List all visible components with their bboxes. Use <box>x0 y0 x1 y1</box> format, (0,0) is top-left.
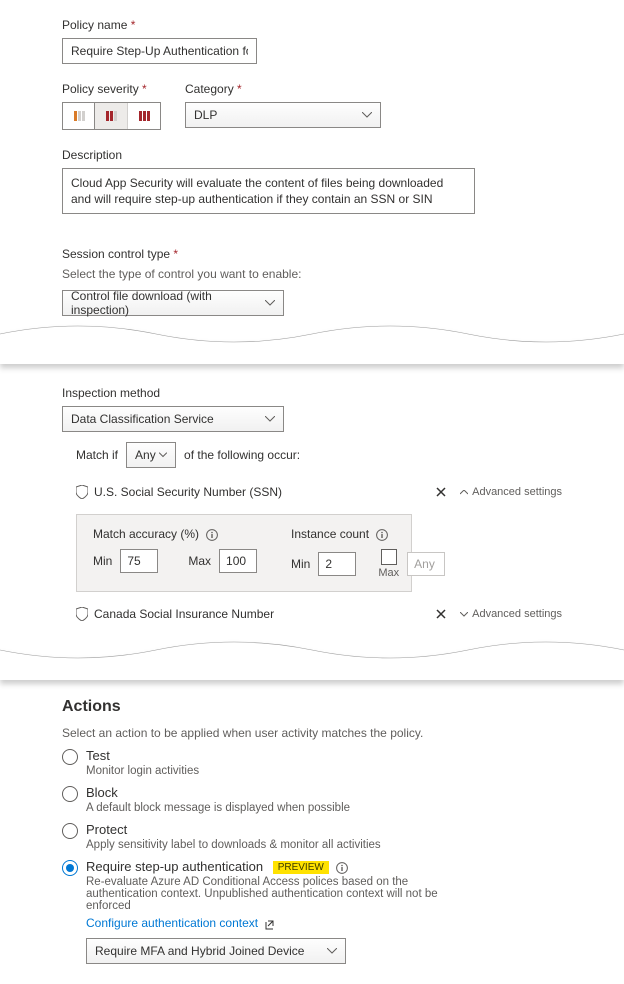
actions-helper: Select an action to be applied when user… <box>62 726 562 740</box>
action-desc: A default block message is displayed whe… <box>86 802 350 814</box>
classifier-settings: Match accuracy (%) Min Max Instance coun… <box>76 514 412 592</box>
chevron-down-icon <box>265 300 275 306</box>
action-desc: Apply sensitivity label to downloads & m… <box>86 839 381 851</box>
classifier-row: Canada Social Insurance Number Advanced … <box>76 602 562 626</box>
advanced-settings-toggle[interactable]: Advanced settings <box>460 608 562 620</box>
match-accuracy-label: Match accuracy (%) <box>93 527 257 541</box>
advanced-settings-toggle[interactable]: Advanced settings <box>460 486 562 498</box>
severity-low[interactable] <box>63 103 95 129</box>
action-radio-protect[interactable] <box>62 823 78 839</box>
severity-medium[interactable] <box>94 102 128 130</box>
chevron-down-icon <box>159 453 167 458</box>
instance-max-checkbox[interactable] <box>381 549 397 565</box>
action-radio-test[interactable] <box>62 749 78 765</box>
accuracy-min-input[interactable] <box>120 549 158 573</box>
chevron-down-icon <box>460 612 468 617</box>
shield-icon <box>76 607 88 621</box>
match-mode-select[interactable]: Any <box>126 442 176 468</box>
action-radio-stepup[interactable] <box>62 860 78 876</box>
inspection-method-label: Inspection method <box>62 386 562 400</box>
category-label: Category * <box>185 82 381 96</box>
max-label: Max <box>188 554 211 568</box>
remove-classifier-icon[interactable] <box>436 609 446 619</box>
info-icon[interactable] <box>206 529 218 541</box>
content-break <box>0 316 624 364</box>
policy-name-label: Policy name * <box>62 18 562 32</box>
remove-classifier-icon[interactable] <box>436 487 446 497</box>
chevron-down-icon <box>327 948 337 954</box>
description-label: Description <box>62 148 562 162</box>
classifier-name: Canada Social Insurance Number <box>94 607 274 621</box>
info-icon[interactable] <box>376 529 388 541</box>
content-break <box>0 632 624 680</box>
instance-max-input <box>407 552 445 576</box>
action-title: Block <box>86 785 350 800</box>
category-select[interactable]: DLP <box>185 102 381 128</box>
chevron-down-icon <box>265 416 275 422</box>
instance-count-label: Instance count <box>291 527 445 541</box>
session-control-label: Session control type * <box>62 247 562 261</box>
preview-badge: PREVIEW <box>273 861 329 874</box>
session-control-helper: Select the type of control you want to e… <box>62 267 562 281</box>
actions-heading: Actions <box>62 698 562 716</box>
min-label: Min <box>93 554 112 568</box>
severity-label: Policy severity * <box>62 82 161 96</box>
action-title: Protect <box>86 822 381 837</box>
configure-auth-context-link[interactable]: Configure authentication context <box>86 916 258 930</box>
action-desc: Monitor login activities <box>86 765 199 777</box>
session-control-select[interactable]: Control file download (with inspection) <box>62 290 284 316</box>
max-label: Max <box>378 567 399 579</box>
classifier-name: U.S. Social Security Number (SSN) <box>94 485 282 499</box>
action-title: Require step-up authentication PREVIEW <box>86 859 466 874</box>
match-if-row: Match if Any of the following occur: <box>76 442 562 468</box>
chevron-up-icon <box>460 490 468 495</box>
severity-selector[interactable] <box>62 102 161 130</box>
instance-min-input[interactable] <box>318 552 356 576</box>
severity-high[interactable] <box>127 103 160 129</box>
inspection-method-select[interactable]: Data Classification Service <box>62 406 284 432</box>
action-title: Test <box>86 748 199 763</box>
info-icon[interactable] <box>336 862 348 874</box>
classifier-row: U.S. Social Security Number (SSN) Advanc… <box>76 480 562 504</box>
auth-context-select[interactable]: Require MFA and Hybrid Joined Device <box>86 938 346 964</box>
external-link-icon <box>265 918 277 930</box>
min-label: Min <box>291 557 310 571</box>
chevron-down-icon <box>362 112 372 118</box>
policy-name-input[interactable] <box>62 38 257 64</box>
action-desc: Re-evaluate Azure AD Conditional Access … <box>86 876 466 912</box>
accuracy-max-input[interactable] <box>219 549 257 573</box>
shield-icon <box>76 485 88 499</box>
action-radio-block[interactable] <box>62 786 78 802</box>
description-input[interactable]: Cloud App Security will evaluate the con… <box>62 168 475 214</box>
